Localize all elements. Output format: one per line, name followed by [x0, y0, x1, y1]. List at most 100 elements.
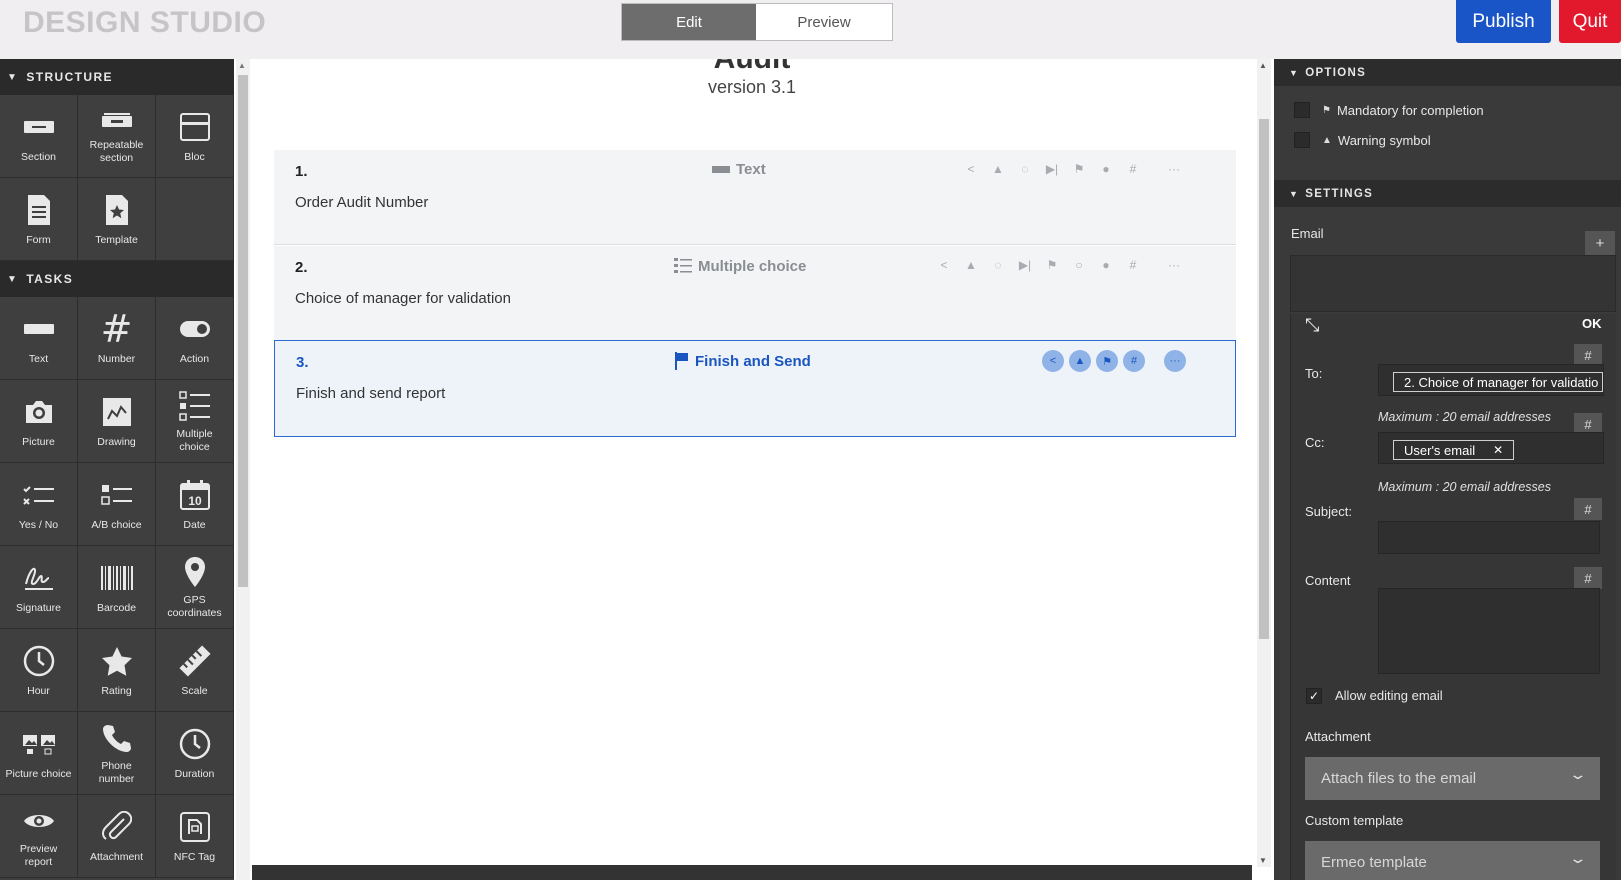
expand-icon[interactable]: ⤡ — [1305, 315, 1319, 336]
tile-label: Drawing — [97, 436, 136, 448]
warning-icon: ▲ — [1322, 134, 1332, 146]
edit-mode-button[interactable]: Edit — [622, 4, 756, 40]
mode-switch: Edit Preview — [621, 3, 893, 41]
palette-item-bloc[interactable]: Bloc — [156, 95, 234, 178]
palette-item-yes-no[interactable]: Yes / No — [0, 463, 78, 546]
palette-item-text[interactable]: Text — [0, 297, 78, 380]
cc-field[interactable]: User's email ✕ — [1378, 432, 1604, 464]
palette-item-hour[interactable]: Hour — [0, 629, 78, 712]
share-icon[interactable]: < — [962, 162, 980, 176]
palette-item-nfc[interactable]: NFC Tag — [156, 795, 234, 878]
warning-icon[interactable]: ▲ — [1069, 350, 1091, 372]
mandatory-option[interactable]: ⚑ Mandatory for completion — [1294, 102, 1484, 118]
palette-item-ab-choice[interactable]: A/B choice — [78, 463, 156, 546]
ok-button[interactable]: OK — [1582, 316, 1602, 331]
to-recipient-chip[interactable]: 2. Choice of manager for validatio — [1393, 372, 1603, 392]
question-card-2[interactable]: 2. Multiple choice < ▲ ◌ ▶| ⚑ ○ ● # ··· … — [274, 246, 1236, 341]
scroll-up-arrow-icon[interactable]: ▲ — [1259, 61, 1267, 70]
palette-item-number[interactable]: # Number — [78, 297, 156, 380]
hide-icon[interactable]: ◌ — [1016, 162, 1034, 176]
palette-item-section[interactable]: Section — [0, 95, 78, 178]
warning-option[interactable]: ▲ Warning symbol — [1294, 132, 1431, 148]
to-variable-button[interactable]: # — [1574, 344, 1602, 366]
palette-scrollbar[interactable]: ▲ — [236, 59, 250, 880]
hash-icon[interactable]: # — [1124, 162, 1142, 176]
template-select-value: Ermeo template — [1321, 854, 1427, 871]
more-icon[interactable]: ··· — [1165, 258, 1183, 272]
palette-item-action[interactable]: Action — [156, 297, 234, 380]
palette-item-picture[interactable]: Picture — [0, 380, 78, 463]
subject-variable-button[interactable]: # — [1574, 498, 1602, 520]
email-list-area — [1290, 255, 1616, 312]
skip-icon[interactable]: ▶| — [1016, 258, 1034, 272]
options-header[interactable]: ▼ OPTIONS — [1274, 59, 1621, 86]
palette-item-gps[interactable]: GPS coordinates — [156, 546, 234, 629]
palette-item-barcode[interactable]: Barcode — [78, 546, 156, 629]
more-icon[interactable]: ··· — [1164, 350, 1186, 372]
hide-icon[interactable]: ◌ — [989, 258, 1007, 272]
mandatory-checkbox[interactable] — [1294, 102, 1310, 118]
structure-header[interactable]: ▼ STRUCTURE — [0, 59, 234, 95]
template-select[interactable]: Ermeo template ⌄ — [1305, 841, 1600, 880]
palette-item-multiple-choice[interactable]: Multiple choice — [156, 380, 234, 463]
hash-icon[interactable]: # — [1124, 258, 1142, 272]
question-type-label: Multiple choice — [698, 257, 807, 275]
allow-editing-checkbox[interactable]: ✓ — [1306, 688, 1322, 704]
publish-button[interactable]: Publish — [1456, 0, 1551, 43]
palette-item-signature[interactable]: Signature — [0, 546, 78, 629]
palette-item-rating[interactable]: Rating — [78, 629, 156, 712]
content-variable-button[interactable]: # — [1574, 567, 1602, 589]
palette-item-drawing[interactable]: Drawing — [78, 380, 156, 463]
warning-icon[interactable]: ▲ — [989, 162, 1007, 176]
element-palette: ▼ STRUCTURE Section Repeatable section B… — [0, 59, 234, 880]
add-email-button[interactable]: + — [1585, 231, 1615, 255]
collapse-triangle-icon: ▼ — [7, 71, 19, 83]
palette-item-picture-choice[interactable]: Picture choice — [0, 712, 78, 795]
scrollbar-thumb[interactable] — [1259, 119, 1269, 639]
warning-icon[interactable]: ▲ — [962, 258, 980, 272]
tasks-header[interactable]: ▼ TASKS — [0, 261, 234, 297]
hash-icon[interactable]: # — [1123, 350, 1145, 372]
question-card-3[interactable]: 3. Finish and Send < ▲ ⚑ # ··· Finish an… — [274, 340, 1236, 437]
attachment-select[interactable]: Attach files to the email ⌄ — [1305, 757, 1600, 800]
flag-icon[interactable]: ⚑ — [1043, 258, 1061, 272]
tile-label: A/B choice — [91, 519, 142, 531]
palette-item-repeatable-section[interactable]: Repeatable section — [78, 95, 156, 178]
to-field[interactable]: 2. Choice of manager for validatio — [1378, 364, 1604, 396]
share-icon[interactable]: < — [935, 258, 953, 272]
quit-button[interactable]: Quit — [1559, 0, 1621, 43]
loading-icon[interactable]: ○ — [1070, 258, 1088, 272]
skip-icon[interactable]: ▶| — [1043, 162, 1061, 176]
cc-recipient-chip[interactable]: User's email ✕ — [1393, 440, 1515, 460]
share-icon[interactable]: < — [1042, 350, 1064, 372]
palette-item-date[interactable]: 10 Date — [156, 463, 234, 546]
more-icon[interactable]: ··· — [1165, 162, 1183, 176]
palette-item-preview-report[interactable]: Preview report — [0, 795, 78, 878]
location-icon[interactable]: ● — [1097, 258, 1115, 272]
tasks-title: TASKS — [26, 272, 74, 286]
palette-item-phone[interactable]: Phone number — [78, 712, 156, 795]
collapse-triangle-icon: ▼ — [7, 273, 19, 285]
preview-mode-button[interactable]: Preview — [756, 4, 892, 40]
canvas-scrollbar[interactable]: ▲ ▼ — [1257, 59, 1271, 867]
palette-item-duration[interactable]: Duration — [156, 712, 234, 795]
scroll-down-arrow-icon[interactable]: ▼ — [1259, 856, 1267, 865]
palette-item-form[interactable]: Form — [0, 178, 78, 261]
palette-item-scale[interactable]: Scale — [156, 629, 234, 712]
content-label: Content — [1305, 573, 1351, 588]
scroll-up-arrow-icon[interactable]: ▲ — [238, 61, 246, 70]
content-textarea[interactable] — [1378, 588, 1600, 674]
settings-header[interactable]: ▼ SETTINGS — [1274, 180, 1621, 207]
tile-label: GPS coordinates — [167, 594, 222, 619]
palette-item-template[interactable]: Template — [78, 178, 156, 261]
tile-label: Phone number — [98, 760, 135, 785]
flag-icon[interactable]: ⚑ — [1070, 162, 1088, 176]
subject-input[interactable] — [1378, 521, 1600, 554]
location-icon[interactable]: ● — [1097, 162, 1115, 176]
flag-icon[interactable]: ⚑ — [1096, 350, 1118, 372]
scrollbar-thumb[interactable] — [238, 75, 248, 587]
warning-checkbox[interactable] — [1294, 132, 1310, 148]
question-card-1[interactable]: 1. Text < ▲ ◌ ▶| ⚑ ● # ··· Order Audit N… — [274, 150, 1236, 245]
remove-chip-icon[interactable]: ✕ — [1493, 443, 1503, 457]
palette-item-attachment[interactable]: Attachment — [78, 795, 156, 878]
